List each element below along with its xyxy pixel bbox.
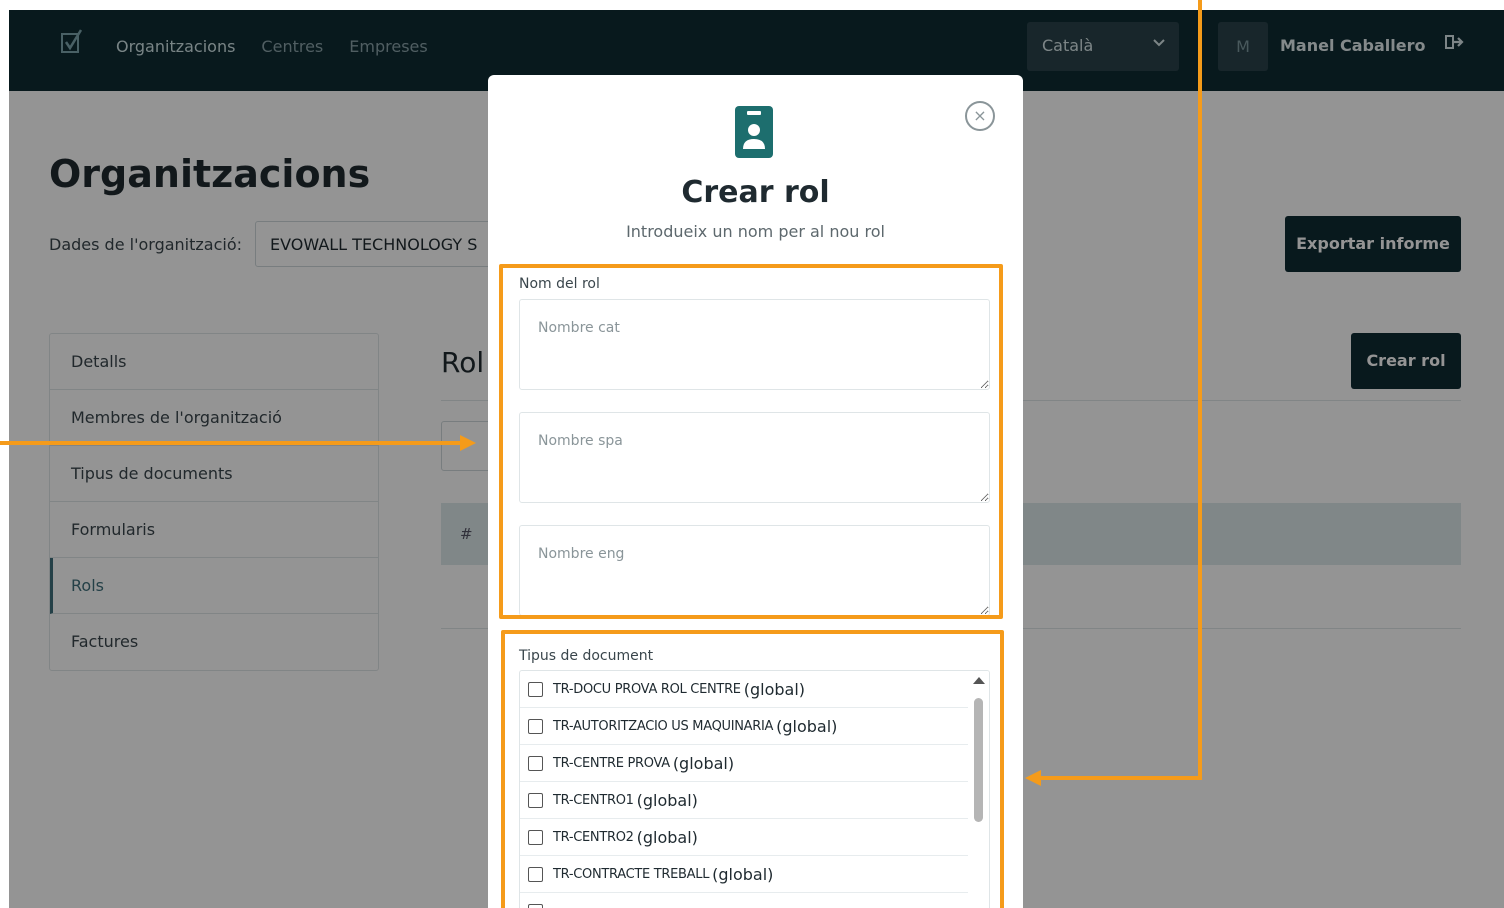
id-badge-icon (735, 106, 773, 158)
annotation-line (1198, 0, 1202, 780)
modal-subtitle: Introdueix un nom per al nou rol (626, 222, 885, 241)
annotation-box-role-name (499, 264, 1003, 619)
annotation-arrow-right-icon (460, 435, 476, 451)
close-icon[interactable]: × (965, 101, 995, 131)
annotation-arrow-left-icon (1025, 770, 1041, 786)
annotation-line (1040, 776, 1202, 780)
modal-title: Crear rol (681, 175, 830, 210)
annotation-box-document-types (501, 630, 1004, 908)
annotation-line (0, 441, 462, 445)
